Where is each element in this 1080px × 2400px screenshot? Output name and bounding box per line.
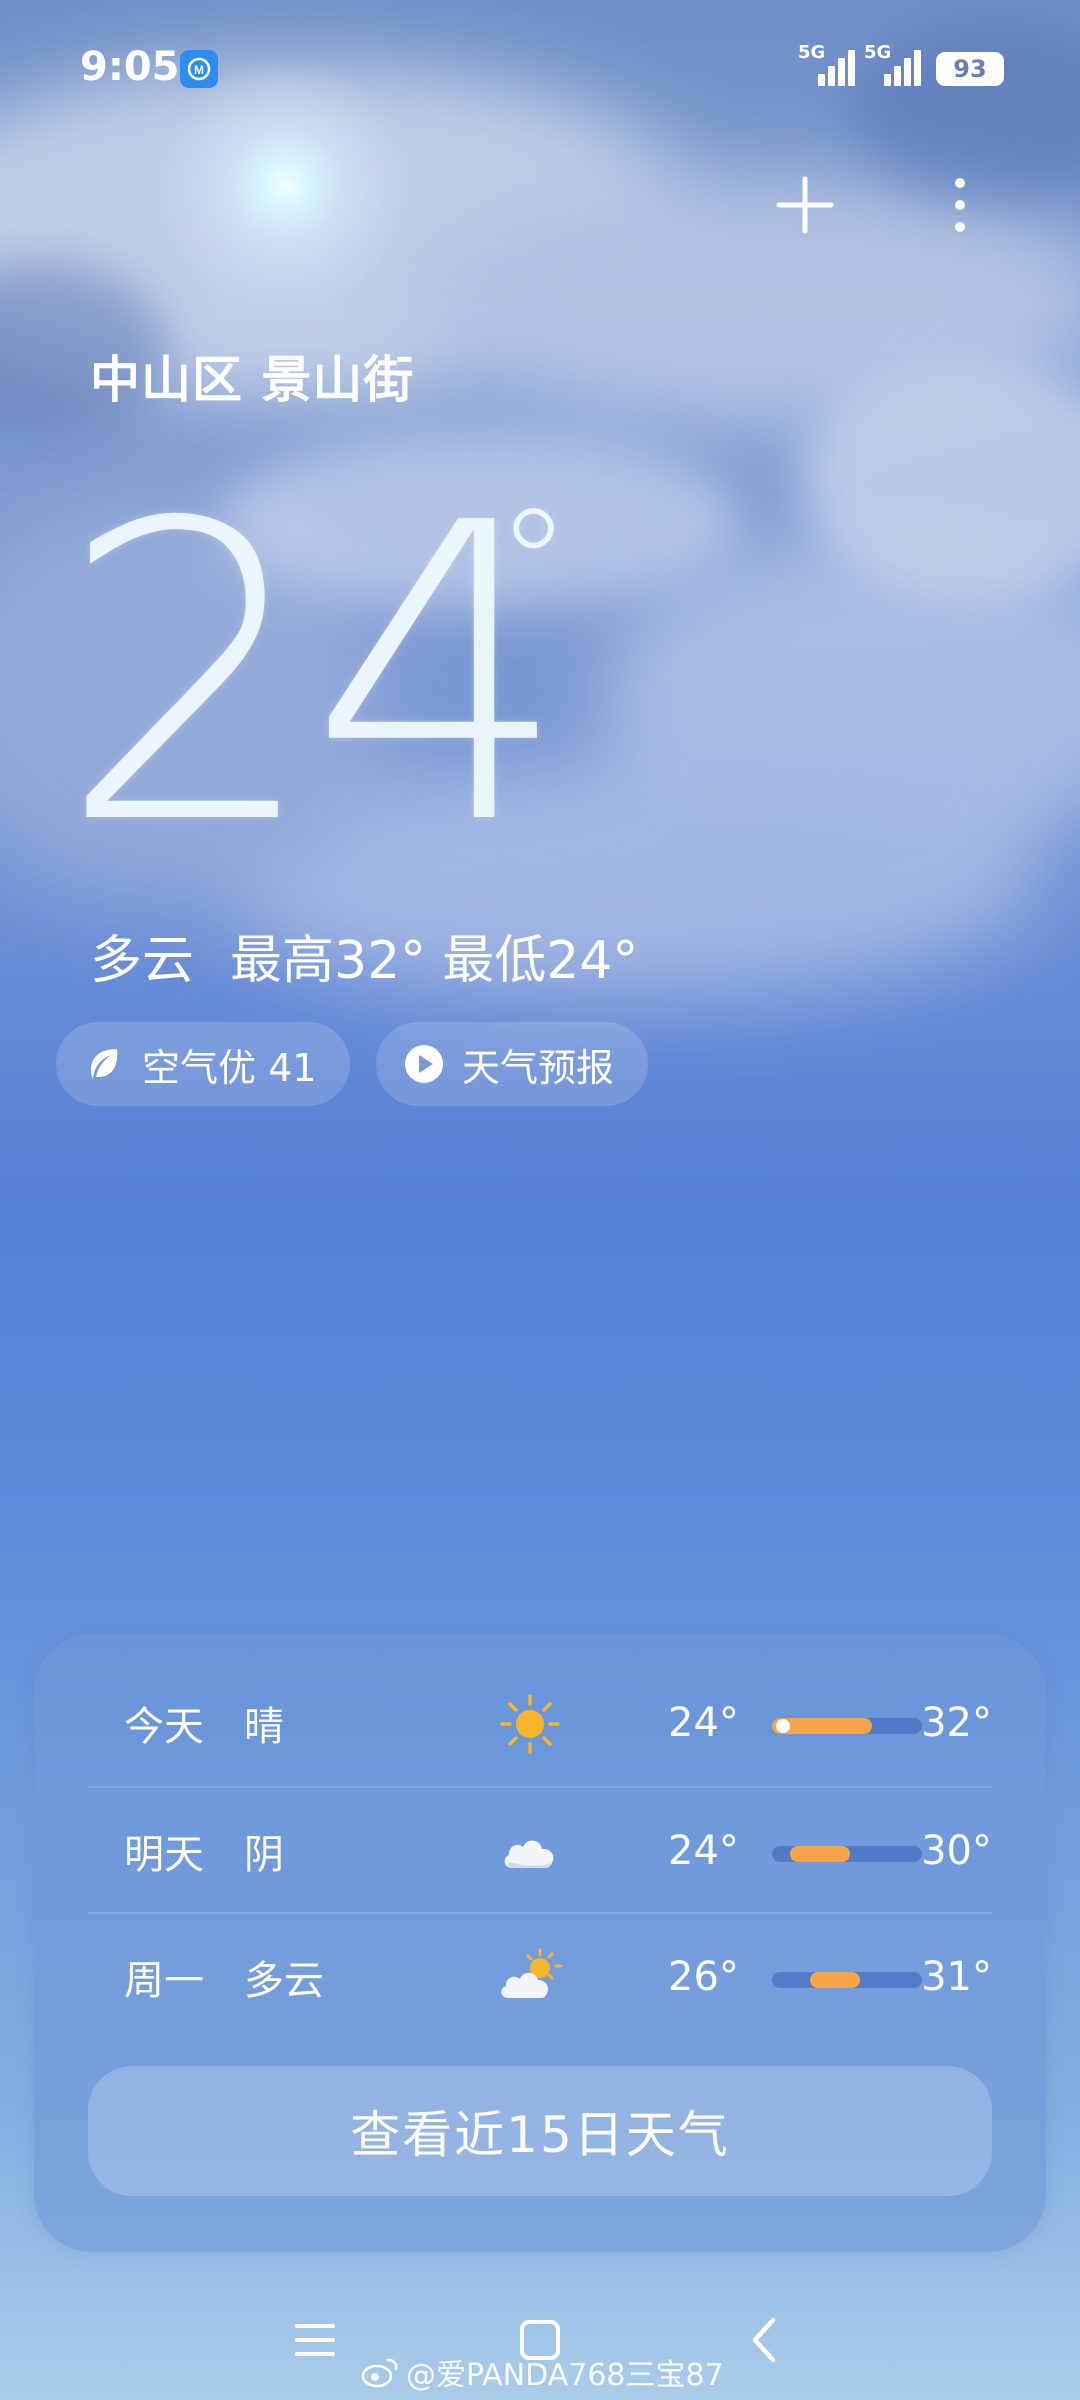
today-low: 最低24°	[442, 931, 639, 991]
forecast-day: 周一	[124, 1958, 204, 2004]
temperature-range-bar	[772, 1846, 922, 1862]
today-summary: 多云 最高32° 最低24°	[90, 918, 638, 993]
air-quality-label: 空气优 41	[142, 1045, 317, 1090]
forecast-video-label: 天气预报	[462, 1045, 615, 1090]
forecast-condition: 晴	[244, 1704, 284, 1750]
signal-5g-icon: 5G	[798, 42, 855, 86]
more-options-button[interactable]	[915, 160, 1005, 250]
svg-text:M: M	[194, 63, 204, 77]
temperature-range-bar	[772, 1972, 922, 1988]
back-button[interactable]	[725, 2300, 805, 2380]
current-condition: 多云	[90, 931, 195, 991]
leaf-icon	[84, 1044, 124, 1084]
forecast-high: 32°	[921, 1700, 992, 1746]
current-temp-marker	[776, 1719, 790, 1733]
partly-cloudy-icon	[501, 1948, 563, 1998]
chevron-left-icon	[752, 2317, 776, 2363]
forecast-card: 今天 晴 24° 32° 明天 阴 24° 30° 周一 多云 26° 31° …	[34, 1634, 1046, 2252]
forecast-video-pill[interactable]: 天气预报	[376, 1022, 649, 1106]
watermark: @爱PANDA768三宝87	[360, 2350, 724, 2394]
location-title: 中山区 景山街	[90, 351, 415, 409]
current-temperature: 24 °	[58, 436, 571, 914]
plus-icon	[776, 176, 834, 234]
forecast-high: 30°	[921, 1828, 992, 1874]
forecast-row[interactable]: 明天 阴 24° 30°	[88, 1786, 992, 1914]
forecast-low: 24°	[668, 1828, 739, 1874]
forecast-high: 31°	[921, 1954, 992, 2000]
forecast-row[interactable]: 周一 多云 26° 31°	[88, 1912, 992, 2040]
status-time: 9:05	[80, 44, 180, 90]
status-bar: 9:05 M 5G 5G 93	[0, 0, 1080, 130]
status-indicators: 5G 5G 93	[798, 42, 1004, 86]
recents-button[interactable]	[275, 2300, 355, 2380]
forecast-condition: 多云	[244, 1958, 324, 2004]
play-icon	[404, 1044, 444, 1084]
forecast-low: 24°	[668, 1700, 739, 1746]
menu-icon	[295, 2324, 335, 2356]
forecast-low: 26°	[668, 1954, 739, 2000]
signal-5g-icon: 5G	[864, 42, 921, 86]
air-quality-pill[interactable]: 空气优 41	[56, 1022, 351, 1106]
sun-icon	[500, 1694, 560, 1754]
weibo-icon	[361, 2358, 398, 2388]
forecast-day: 明天	[124, 1832, 204, 1878]
view-15-day-forecast-button[interactable]: 查看近15日天气	[88, 2066, 992, 2196]
forecast-condition: 阴	[244, 1832, 284, 1878]
cloud-icon	[504, 1840, 554, 1868]
today-high: 最高32°	[230, 931, 427, 991]
battery-indicator: 93	[936, 52, 1004, 86]
more-vertical-icon	[955, 178, 965, 232]
app-notification-icon: M	[180, 50, 218, 88]
temperature-range-bar	[772, 1718, 922, 1734]
forecast-row[interactable]: 今天 晴 24° 32°	[88, 1660, 992, 1786]
forecast-day: 今天	[124, 1704, 204, 1750]
add-city-button[interactable]	[760, 160, 850, 250]
